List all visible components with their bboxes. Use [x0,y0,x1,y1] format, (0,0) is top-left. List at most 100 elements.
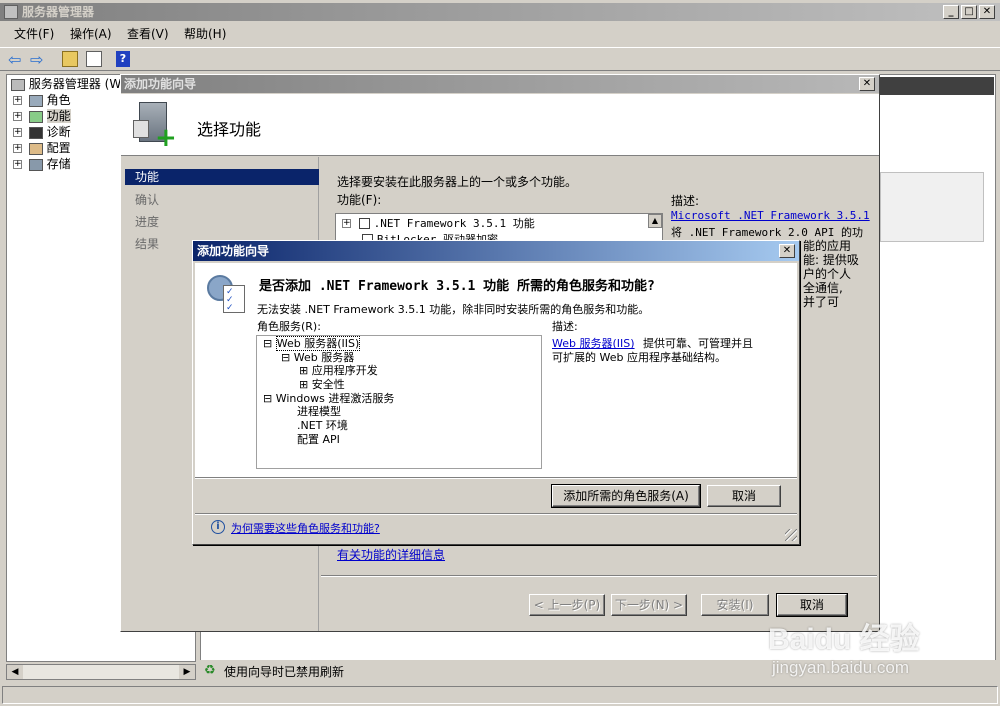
scroll-left-icon[interactable]: ◀ [7,665,23,679]
gear-checklist-icon: ✓ ✓ ✓ [207,275,247,315]
dependency-dialog: 添加功能向导 ✕ ✓ ✓ ✓ 是否添加 .NET Framework 3.5.1 功… [192,240,800,545]
role-label: Windows 进程激活服务 [275,392,395,405]
tree-root-label: 服务器管理器 (W [28,77,122,91]
feature-row[interactable]: + .NET Framework 3.5.1 功能 [342,216,535,230]
info-icon: i [211,520,225,534]
role-row[interactable]: 进程模型 [297,405,341,419]
next-button[interactable]: 下一步(N) > [611,594,687,616]
scroll-right-icon[interactable]: ▶ [179,665,195,679]
nav-item-confirm: 确认 [135,193,160,207]
bottom-status-strip [2,686,998,704]
refresh-icon: ♻ [204,663,216,678]
tree-item-roles[interactable]: + 角色 [13,93,71,107]
menu-bar: 文件(F) 操作(A) 查看(V) 帮助(H) [0,24,1000,46]
configuration-icon [28,142,43,155]
menu-help[interactable]: 帮助(H) [184,24,226,44]
wizard-header-title: 选择功能 [197,120,262,139]
expand-icon[interactable]: ⊞ [299,378,308,391]
forward-arrow-icon[interactable]: ⇨ [30,50,43,69]
up-folder-icon[interactable] [62,51,78,67]
tree-item-storage[interactable]: + 存储 [13,157,71,171]
app-title: 服务器管理器 [22,5,95,19]
details-pane-header [880,77,994,95]
dialog-heading: 是否添加 .NET Framework 3.5.1 功能 所需的角色服务和功能? [259,279,655,294]
expand-icon[interactable]: + [13,160,22,169]
role-row[interactable]: 配置 API [297,433,340,447]
main-title-bar: 服务器管理器 [0,3,1000,21]
feature-checkbox[interactable] [358,218,370,229]
expand-icon[interactable]: + [13,96,22,105]
properties-icon[interactable] [86,51,102,67]
tree-item-diagnostics[interactable]: + 诊断 [13,125,71,139]
tree-item-features[interactable]: + 功能 [13,109,71,123]
expand-icon[interactable]: + [13,144,22,153]
role-row[interactable]: ⊞ 安全性 [299,378,345,392]
menu-view[interactable]: 查看(V) [127,24,169,44]
features-list[interactable]: + .NET Framework 3.5.1 功能 BitLocker 驱动器加… [335,213,663,243]
description-link[interactable]: Microsoft .NET Framework 3.5.1 [671,209,870,222]
role-row[interactable]: ⊟ Web 服务器 [281,351,354,365]
role-row[interactable]: .NET 环境 [297,419,348,433]
dialog-title-bar: 添加功能向导 [193,241,799,261]
close-button[interactable]: ✕ [979,5,995,19]
storage-icon [28,158,43,171]
tree-item-label: 功能 [46,109,71,123]
install-button[interactable]: 安装(I) [701,594,769,616]
tree-item-label: 存储 [46,157,71,171]
tree-item-label: 配置 [46,141,71,155]
scroll-up-icon[interactable]: ▲ [648,214,662,228]
nav-item-features[interactable]: 功能 [125,169,319,185]
wizard-instruction: 选择要安装在此服务器上的一个或多个功能。 [337,175,578,189]
server-add-icon: + [133,102,177,151]
help-link[interactable]: 为何需要这些角色服务和功能? [231,520,380,536]
role-label: .NET 环境 [297,419,348,432]
dialog-cancel-button[interactable]: 取消 [707,485,781,507]
tree-root[interactable]: 服务器管理器 (W [11,77,121,91]
description-label: 描述: [671,194,700,208]
maximize-button[interactable]: □ [961,5,977,19]
add-required-button[interactable]: 添加所需的角色服务(A) [551,484,701,508]
more-info-link[interactable]: 有关功能的详细信息 [337,546,445,563]
expand-icon[interactable]: + [342,219,351,228]
prev-button[interactable]: < 上一步(P) [529,594,605,616]
menu-action[interactable]: 操作(A) [70,24,112,44]
role-row[interactable]: ⊟ Windows 进程激活服务 [263,392,394,406]
nav-item-progress: 进度 [135,215,160,229]
dialog-desc-text: 可扩展的 Web 应用程序基础结构。 [552,351,726,364]
server-icon [11,78,25,91]
expand-icon[interactable]: ⊞ [299,364,308,377]
toolbar: ⇦ ⇨ ? [0,47,1000,71]
description-line: 并了可 [803,295,840,309]
tree-horizontal-scrollbar[interactable]: ◀ ▶ [6,664,196,680]
role-label: 安全性 [311,378,345,391]
wizard-header: + 选择功能 [121,94,879,156]
dialog-footer-separator [195,513,797,515]
menu-file[interactable]: 文件(F) [14,24,54,44]
dialog-close-button[interactable]: ✕ [779,244,795,258]
expand-icon[interactable]: + [13,112,22,121]
dialog-separator [195,477,797,479]
help-icon[interactable]: ? [116,51,130,67]
back-arrow-icon[interactable]: ⇦ [8,50,21,69]
features-label: 功能(F): [337,193,382,207]
role-label: 进程模型 [297,405,341,418]
wizard-close-button[interactable]: ✕ [859,77,875,91]
collapse-icon[interactable]: ⊟ [281,351,290,364]
role-row[interactable]: ⊞ 应用程序开发 [299,364,378,378]
cancel-button[interactable]: 取消 [776,593,848,617]
role-label: 应用程序开发 [311,364,378,377]
minimize-button[interactable]: _ [943,5,959,19]
collapse-icon[interactable]: ⊟ [263,337,272,350]
wizard-title: 添加功能向导 [124,77,197,91]
wizard-separator [321,575,877,577]
collapse-icon[interactable]: ⊟ [263,392,272,405]
roles-tree[interactable]: ⊟ Web 服务器(IIS) ⊟ Web 服务器 ⊞ 应用程序开发 ⊞ 安全性 … [256,335,542,469]
server-manager-icon [4,5,18,19]
expand-icon[interactable]: + [13,128,22,137]
watermark-url: jingyan.baidu.com [772,658,910,677]
features-icon [28,110,43,123]
resize-grip-icon[interactable] [785,529,797,541]
tree-item-configuration[interactable]: + 配置 [13,141,71,155]
dialog-title: 添加功能向导 [197,244,270,258]
role-row[interactable]: ⊟ Web 服务器(IIS) [263,336,361,351]
